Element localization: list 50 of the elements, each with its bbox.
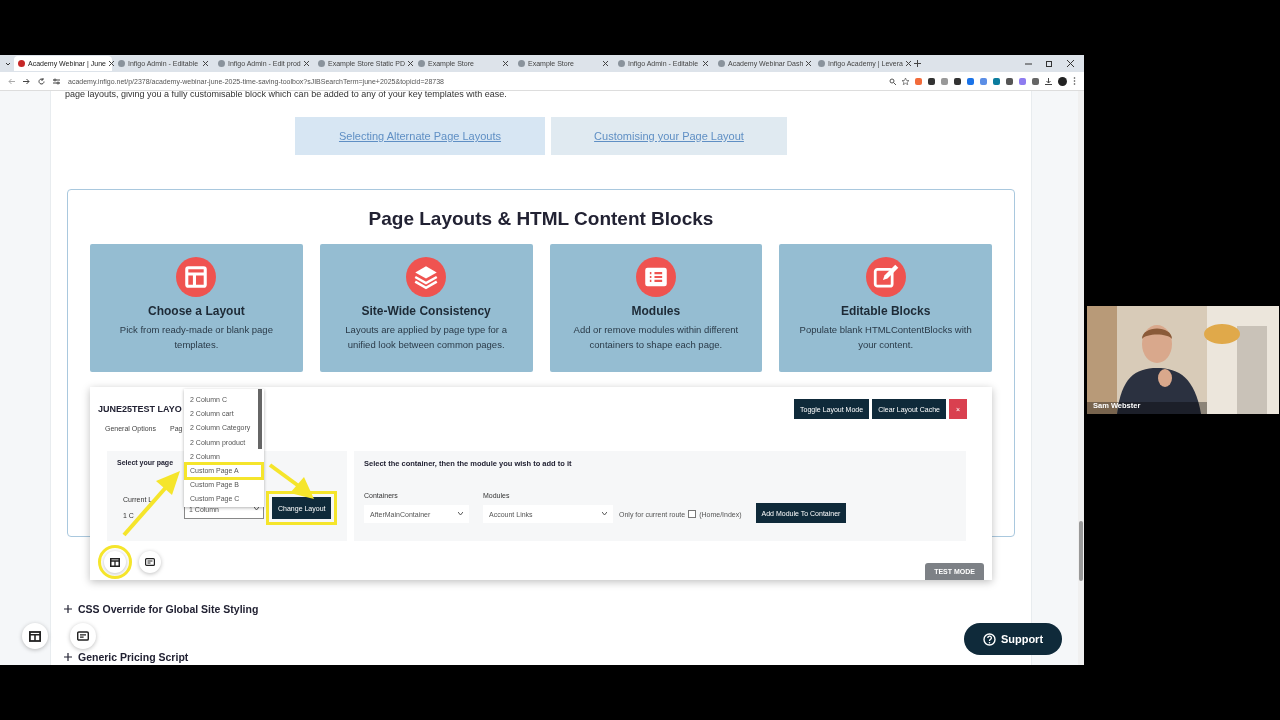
card-text: Pick from ready-made or blank page templates. <box>118 323 274 352</box>
card-title: Editable Blocks <box>840 304 931 318</box>
scrollbar[interactable] <box>1078 91 1084 665</box>
star-icon[interactable] <box>902 77 909 85</box>
restore-icon[interactable] <box>1046 60 1053 67</box>
support-button[interactable]: Support <box>964 623 1062 655</box>
card-title: Choose a Layout <box>148 304 245 318</box>
close-tab-icon[interactable] <box>108 61 114 66</box>
close-tab-icon[interactable] <box>806 61 812 66</box>
route-checkbox[interactable] <box>688 510 697 518</box>
section-title: Page Layouts & HTML Content Blocks <box>368 208 714 230</box>
card-text: Populate blank HTMLContentBlocks with your content. <box>798 323 973 352</box>
reload-icon[interactable] <box>38 77 45 85</box>
scrollbar[interactable] <box>258 389 262 449</box>
card-title: Modules <box>631 304 681 318</box>
editor-title: JUNE25TEST LAYO <box>98 404 182 414</box>
forward-icon[interactable] <box>23 77 30 85</box>
close-tab-icon[interactable] <box>603 61 608 66</box>
plus-icon[interactable] <box>64 605 72 613</box>
layers-icon <box>406 257 447 297</box>
download-icon[interactable] <box>1045 77 1052 85</box>
card-title: Site-Wide Consistency <box>361 304 491 318</box>
close-icon[interactable] <box>1067 60 1074 67</box>
plus-icon[interactable] <box>64 653 72 661</box>
layout-icon <box>176 257 217 297</box>
close-tab-icon[interactable] <box>408 61 414 66</box>
chevron-icon[interactable] <box>602 512 607 516</box>
new-tab-icon[interactable] <box>914 60 921 67</box>
zoom-icon[interactable] <box>889 77 896 85</box>
help-icon <box>982 632 996 646</box>
chevron-icon[interactable] <box>458 512 463 516</box>
intro-text: page layouts, giving you a fully customisable block which can be added to any of your key templates with ease. <box>65 91 507 99</box>
chevron-icon[interactable] <box>254 507 259 511</box>
accordion-title[interactable]: Generic Pricing Script <box>78 651 189 663</box>
close-tab-icon[interactable] <box>203 61 208 66</box>
close-tab-icon[interactable] <box>303 61 309 66</box>
layout-icon[interactable] <box>22 623 48 649</box>
list-icon <box>635 257 676 297</box>
close-tab-icon[interactable] <box>703 61 708 66</box>
site-info-icon[interactable] <box>53 77 60 85</box>
card-text: Add or remove modules within different containers to shape each page. <box>572 323 740 352</box>
edit-icon <box>865 257 906 297</box>
accordion-title[interactable]: CSS Override for Global Site Styling <box>78 603 259 615</box>
close-tab-icon[interactable] <box>906 61 911 66</box>
minimize-icon[interactable] <box>1025 60 1032 67</box>
profile-icon[interactable] <box>1058 76 1067 86</box>
close-tab-icon[interactable] <box>503 61 508 66</box>
card-text: Layouts are applied by page type for a unified look between common pages. <box>344 323 508 352</box>
content-block-icon[interactable] <box>139 551 161 573</box>
more-icon[interactable] <box>1073 77 1076 85</box>
